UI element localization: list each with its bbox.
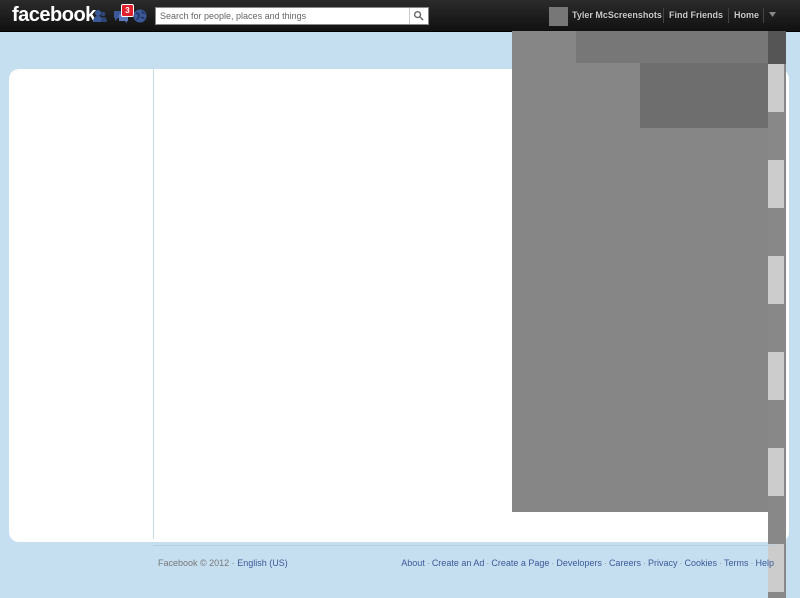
strip-segment <box>768 448 784 496</box>
find-friends-link[interactable]: Find Friends <box>669 10 723 20</box>
strip-segment <box>768 160 784 208</box>
strip-segment <box>768 31 786 64</box>
footer-link-careers[interactable]: Careers <box>609 558 641 568</box>
left-column-divider <box>153 69 154 539</box>
footer-link-developers[interactable]: Developers <box>556 558 602 568</box>
strip-segment <box>768 544 784 592</box>
top-bar: facebook 3 Tyler McScreenshots Find Frie… <box>0 0 800 32</box>
footer-copyright: Facebook © 2012 · English (US) <box>158 558 288 568</box>
search-icon <box>413 10 424 21</box>
user-avatar[interactable] <box>549 7 568 26</box>
friend-requests-icon[interactable] <box>92 8 108 24</box>
footer-link-help[interactable]: Help <box>755 558 774 568</box>
search-button[interactable] <box>409 8 428 24</box>
footer-link-about[interactable]: About <box>401 558 425 568</box>
right-edge-strip <box>768 31 786 598</box>
notifications-globe-icon[interactable] <box>132 8 148 24</box>
obscured-block <box>576 31 768 63</box>
obscured-block <box>640 63 768 128</box>
nav-separator <box>728 8 729 23</box>
search-input[interactable] <box>156 8 410 24</box>
footer-link-terms[interactable]: Terms <box>724 558 749 568</box>
facebook-logo[interactable]: facebook <box>12 4 96 27</box>
search-box <box>155 7 429 25</box>
copyright-text: Facebook © 2012 · <box>158 558 235 568</box>
obscured-region <box>512 31 768 512</box>
language-link[interactable]: English (US) <box>237 558 288 568</box>
strip-segment <box>768 64 784 112</box>
footer-links: About · Create an Ad · Create a Page · Develop… <box>401 558 774 568</box>
strip-segment <box>768 352 784 400</box>
home-link[interactable]: Home <box>734 10 759 20</box>
nav-separator <box>663 8 664 23</box>
nav-separator <box>763 8 764 23</box>
footer-link-create-page[interactable]: Create a Page <box>491 558 549 568</box>
footer-link-privacy[interactable]: Privacy <box>648 558 678 568</box>
footer-link-cookies[interactable]: Cookies <box>684 558 717 568</box>
footer-divider <box>153 545 778 546</box>
account-caret-icon[interactable] <box>769 12 776 18</box>
profile-link[interactable]: Tyler McScreenshots <box>572 10 662 20</box>
footer-link-create-ad[interactable]: Create an Ad <box>432 558 485 568</box>
strip-segment <box>768 256 784 304</box>
